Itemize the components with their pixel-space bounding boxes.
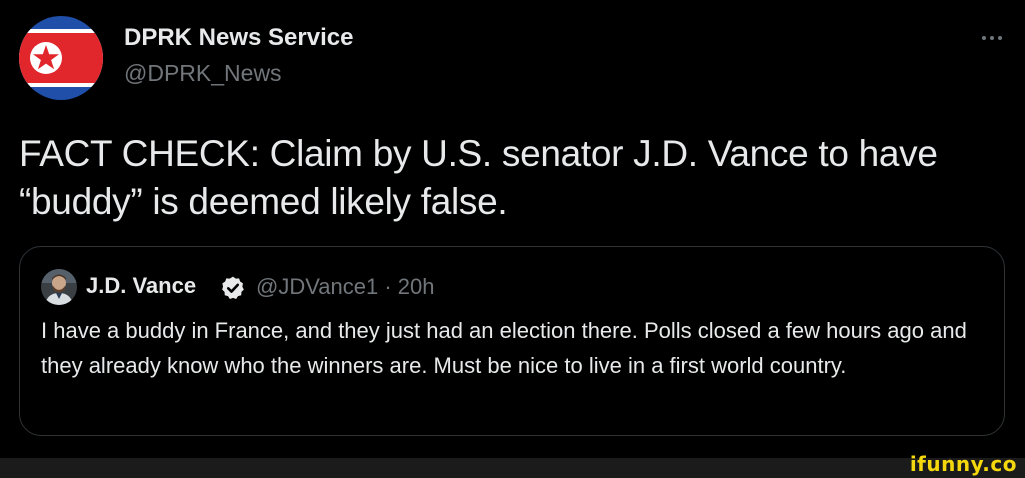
quote-author-name[interactable]: J.D. Vance — [86, 273, 196, 299]
author-avatar[interactable] — [19, 16, 103, 100]
more-dot — [998, 36, 1002, 40]
author-name[interactable]: DPRK News Service — [124, 24, 353, 52]
tweet: DPRK News Service @DPRK_News FACT CHECK:… — [0, 0, 1025, 458]
more-horizontal-icon — [982, 36, 986, 40]
ifunny-watermark: ifunny.co — [909, 452, 1017, 476]
verified-badge-icon — [222, 276, 244, 299]
quoted-tweet[interactable]: J.D. Vance @JDVance1 · 20h I have a budd… — [19, 246, 1005, 436]
author-handle[interactable]: @DPRK_News — [124, 60, 282, 87]
quote-author-handle-time[interactable]: @JDVance1 · 20h — [256, 274, 434, 300]
quote-author-avatar[interactable] — [41, 269, 77, 305]
more-dot — [990, 36, 994, 40]
more-options-button[interactable] — [970, 20, 1014, 56]
tweet-text: FACT CHECK: Claim by U.S. senator J.D. V… — [19, 133, 938, 222]
dprk-flag-avatar-icon — [19, 16, 103, 100]
watermark-bar — [0, 458, 1025, 478]
quote-text: I have a buddy in France, and they just … — [41, 318, 967, 378]
person-avatar-icon — [41, 269, 77, 305]
